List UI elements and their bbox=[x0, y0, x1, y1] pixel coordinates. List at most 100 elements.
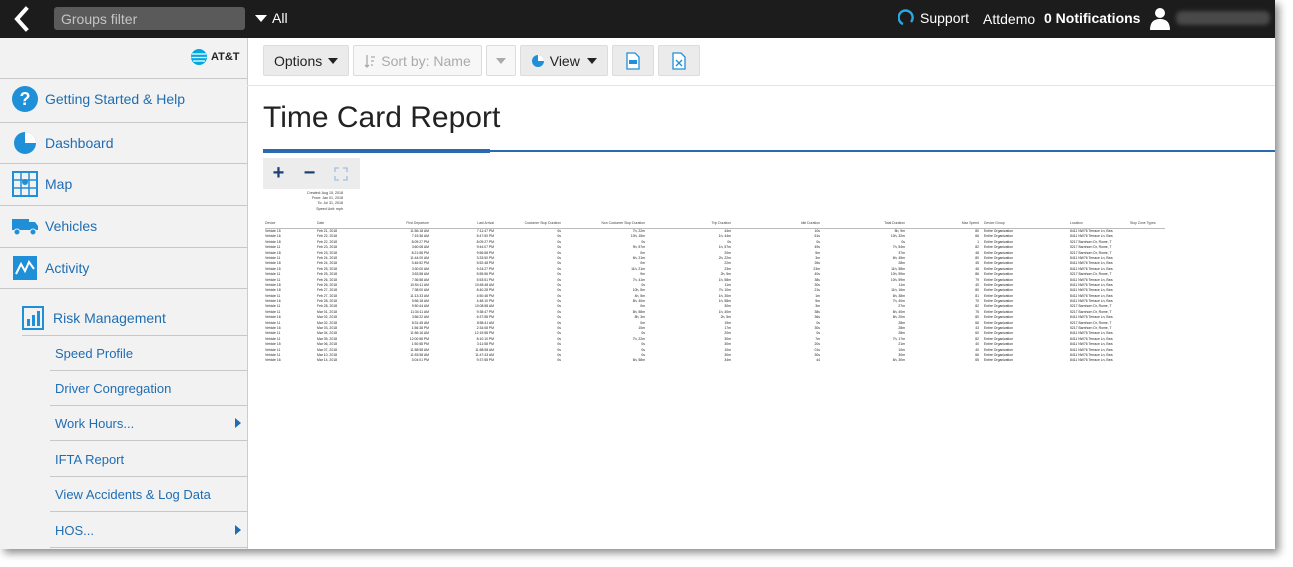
help-icon: ? bbox=[11, 85, 39, 113]
report-cell: 10h, 15m bbox=[630, 234, 645, 239]
caret-down-icon bbox=[255, 14, 267, 22]
report-header-cell: Location bbox=[1070, 221, 1083, 225]
report-cell: 30s bbox=[814, 282, 820, 287]
report-cell: 1h, 30m bbox=[718, 293, 731, 298]
report-header-cell: Device bbox=[265, 221, 276, 225]
report-toolbar: Options Sort by: Name View bbox=[263, 45, 700, 76]
report-cell: 3:11:58 PM bbox=[476, 342, 494, 347]
sidebar-subitem-work-hours[interactable]: Work Hours... bbox=[50, 406, 247, 441]
zoom-out-button[interactable]: − bbox=[294, 158, 325, 189]
report-cell: Vehicle 16 bbox=[265, 358, 281, 363]
options-button[interactable]: Options bbox=[263, 45, 350, 76]
report-cell: Vehicle 18 bbox=[265, 261, 281, 266]
sort-button[interactable]: Sort by: Name bbox=[353, 45, 482, 76]
export-pdf-button[interactable] bbox=[611, 45, 654, 76]
report-cell: Mar 10, 2018 bbox=[317, 352, 337, 357]
report-cell: 10m bbox=[724, 347, 731, 352]
support-link[interactable]: Support bbox=[898, 9, 969, 27]
report-cell: 40 bbox=[975, 282, 979, 287]
excel-file-icon bbox=[672, 51, 686, 70]
report-cell: 5:47:50 PM bbox=[476, 234, 494, 239]
sidebar-item-activity[interactable]: Activity bbox=[0, 247, 247, 289]
back-arrow-icon[interactable] bbox=[6, 4, 38, 34]
report-cell: 20m bbox=[724, 250, 731, 255]
report-cell: 8:31:45 AM bbox=[411, 320, 429, 325]
report-cell: 9:38:47 PM bbox=[476, 309, 494, 314]
report-cell: Feb 23, 2018 bbox=[317, 250, 337, 255]
report-cell: Feb 25, 2018 bbox=[317, 272, 337, 277]
sidebar-item-dashboard[interactable]: Dashboard bbox=[0, 122, 247, 163]
report-cell: 82 bbox=[975, 336, 979, 341]
sidebar-subitem-hos[interactable]: HOS... bbox=[50, 513, 247, 548]
report-cell: 8411 NW76 Terrace Ln, Bea bbox=[1070, 315, 1113, 320]
report-cell: 5217 Barnhorn Dr, Rome, T bbox=[1070, 245, 1112, 250]
report-cell: 4:48:10 PM bbox=[476, 299, 494, 304]
sidebar-subitem-speed-profile[interactable]: Speed Profile bbox=[50, 336, 247, 371]
report-cell: 3:56:22 AM bbox=[411, 315, 429, 320]
report-header-cell: Non Customer Stop Duration bbox=[601, 221, 645, 225]
report-cell: Feb 28, 2018 bbox=[317, 299, 337, 304]
report-cell: 11:56:18 AM bbox=[410, 229, 429, 233]
report-cell: 80 bbox=[975, 255, 979, 260]
groups-dropdown-label: All bbox=[272, 10, 288, 26]
report-cell: Entire Organization bbox=[984, 342, 1014, 347]
report-cell: Entire Organization bbox=[984, 293, 1014, 298]
report-cell: 8411 NW76 Terrace Ln, Bea bbox=[1070, 331, 1113, 336]
report-cell: 9:56:58 PM bbox=[476, 250, 494, 255]
groups-filter-input[interactable] bbox=[54, 7, 245, 30]
report-cell: 6h, 58m bbox=[632, 358, 645, 363]
report-cell: 7h, 22m bbox=[632, 336, 645, 341]
sidebar-subitem-ifta-report[interactable]: IFTA Report bbox=[50, 442, 247, 477]
report-cell: 10h, 59m bbox=[890, 272, 905, 277]
sidebar-item-vehicles[interactable]: Vehicles bbox=[0, 205, 247, 246]
report-cell: Entire Organization bbox=[984, 352, 1014, 357]
report-cell: 30s bbox=[814, 352, 820, 357]
fit-to-page-button[interactable] bbox=[325, 158, 356, 189]
sidebar-subitem-driver-congregation[interactable]: Driver Congregation bbox=[50, 371, 247, 406]
report-cell: 5217 Barnhorn Dr, Rome, T bbox=[1070, 304, 1112, 309]
view-button[interactable]: View bbox=[519, 45, 608, 76]
report-cell: Vehicle 15 bbox=[265, 266, 281, 271]
report-cell: 8411 NW76 Terrace Ln, Bea bbox=[1070, 288, 1113, 293]
report-cell: 11:53:58 AM bbox=[410, 352, 429, 357]
dashboard-icon bbox=[11, 129, 39, 157]
export-excel-button[interactable] bbox=[657, 45, 700, 76]
report-cell: 11m bbox=[724, 282, 731, 287]
report-cell: 80 bbox=[975, 229, 979, 233]
report-cell: 26s bbox=[814, 261, 820, 266]
report-cell: 12:19:58 PM bbox=[474, 331, 494, 336]
report-cell: 5217 Barnhorn Dr, Rome, T bbox=[1070, 320, 1112, 325]
report-cell: 1h, 57m bbox=[718, 245, 731, 250]
report-cell: 8h, 40m bbox=[632, 299, 645, 304]
report-cell: 0s bbox=[557, 352, 561, 357]
report-cell: Vehicle 11 bbox=[265, 320, 281, 325]
report-cell: 8h, 40m bbox=[892, 309, 905, 314]
sidebar-item-getting-started[interactable]: ? Getting Started & Help bbox=[0, 78, 247, 119]
report-cell: Vehicle 11 bbox=[265, 304, 281, 309]
report-cell: 5217 Barnhorn Dr, Rome, T bbox=[1070, 250, 1112, 255]
sidebar-item-map[interactable]: Map bbox=[0, 163, 247, 204]
report-cell: 0s bbox=[557, 347, 561, 352]
user-icon[interactable] bbox=[1148, 6, 1172, 30]
report-cell: Mar 02, 2018 bbox=[317, 320, 337, 325]
report-cell: 0s bbox=[641, 347, 645, 352]
sidebar-item-risk-management[interactable]: Risk Management bbox=[22, 301, 247, 336]
report-cell: 65 bbox=[975, 358, 979, 363]
user-database-label[interactable]: Attdemo bbox=[983, 11, 1035, 27]
report-cell: 11h, 21m bbox=[631, 266, 645, 271]
report-cell: 75 bbox=[975, 309, 979, 314]
report-header-cell: Last Arrival bbox=[477, 221, 494, 225]
support-label: Support bbox=[920, 10, 970, 26]
report-cell: 0s bbox=[816, 320, 820, 325]
report-cell: 8:58:41 AM bbox=[476, 320, 494, 325]
sort-direction-button[interactable] bbox=[485, 45, 516, 76]
sidebar-subitem-view-accidents[interactable]: View Accidents & Log Data bbox=[50, 477, 247, 512]
groups-dropdown[interactable]: All bbox=[255, 10, 288, 26]
report-cell: Mar 06, 2018 bbox=[317, 342, 337, 347]
zoom-in-button[interactable]: + bbox=[263, 158, 294, 189]
report-cell: 10:48:48 AM bbox=[474, 282, 494, 287]
notifications-link[interactable]: 0 Notifications bbox=[1044, 10, 1140, 26]
report-cell: 11:13:33 AM bbox=[410, 293, 429, 298]
report-cell: Vehicle 18 bbox=[265, 288, 281, 293]
report-cell: 8h, 3m bbox=[634, 315, 645, 320]
